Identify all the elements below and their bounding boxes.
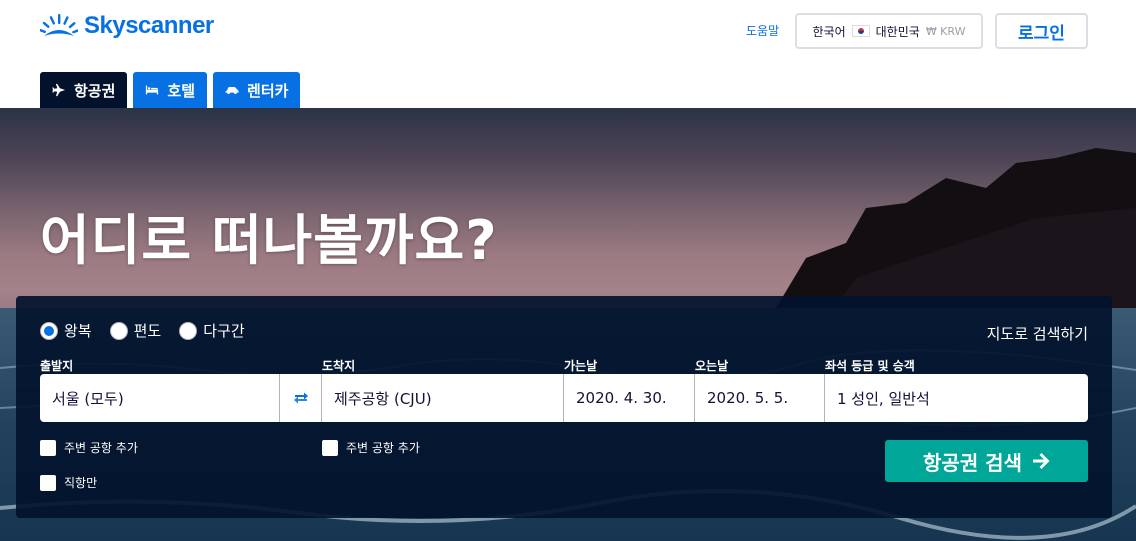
trip-type-options: 왕복 편도 다구간 <box>40 320 245 341</box>
map-search-link[interactable]: 지도로 검색하기 <box>987 323 1088 344</box>
help-link[interactable]: 도움말 <box>746 22 779 39</box>
depart-date-input[interactable]: 2020. 4. 30. <box>564 374 695 422</box>
trip-type-oneway[interactable]: 편도 <box>109 320 162 341</box>
product-tabs: 항공권 호텔 렌터카 <box>40 72 301 108</box>
direct-only-option[interactable]: 직항만 <box>40 474 97 491</box>
return-date-input[interactable]: 2020. 5. 5. <box>695 374 825 422</box>
radio-button[interactable] <box>179 321 198 340</box>
radio-button[interactable] <box>109 321 128 340</box>
search-fields: 서울 (모두) 제주공항 (CJU) 2020. 4. 30. 2020. 5.… <box>40 374 1088 422</box>
search-flights-button[interactable]: 항공권 검색 <box>885 440 1088 482</box>
nearby-to-option[interactable]: 주변 공항 추가 <box>322 439 420 456</box>
direct-only-checkbox[interactable] <box>40 474 56 491</box>
return-label: 오는날 <box>695 359 729 373</box>
arrow-right-icon <box>1032 453 1050 469</box>
trip-type-label: 편도 <box>133 322 162 340</box>
flight-search-panel: 왕복 편도 다구간 지도로 검색하기 출발지 도착지 가는날 오는날 좌석 등급… <box>16 296 1112 518</box>
login-button[interactable]: 로그인 <box>995 13 1088 49</box>
nearby-to-label: 주변 공항 추가 <box>346 441 420 455</box>
nearby-to-checkbox[interactable] <box>322 439 338 456</box>
airplane-icon <box>52 83 66 97</box>
tab-label: 호텔 <box>167 81 196 100</box>
site-header: Skyscanner 도움말 한국어 대한민국 ₩ KRW 로그인 항공권 호텔… <box>0 0 1136 108</box>
trip-type-label: 왕복 <box>64 322 92 340</box>
cabin-label: 좌석 등급 및 승객 <box>825 359 915 373</box>
tab-label: 항공권 <box>74 81 116 100</box>
search-button-label: 항공권 검색 <box>923 450 1022 475</box>
korea-flag-icon <box>851 25 870 37</box>
trip-type-label: 다구간 <box>203 322 245 340</box>
nearby-from-label: 주변 공항 추가 <box>64 441 138 455</box>
brand-name: Skyscanner <box>84 12 214 39</box>
locale-button[interactable]: 한국어 대한민국 ₩ KRW <box>795 13 983 49</box>
direct-only-label: 직항만 <box>64 476 98 490</box>
car-icon <box>225 86 239 95</box>
nearby-from-option[interactable]: 주변 공항 추가 <box>40 439 138 456</box>
tab-hotels[interactable]: 호텔 <box>133 72 208 108</box>
radio-button[interactable] <box>40 321 58 340</box>
trip-type-round[interactable]: 왕복 <box>40 320 92 341</box>
swap-arrows-icon <box>293 392 308 404</box>
to-label: 도착지 <box>322 359 356 373</box>
sunrise-logo-icon <box>40 14 78 36</box>
cabin-passenger-input[interactable]: 1 성인, 일반석 <box>825 374 1088 422</box>
skyscanner-logo[interactable]: Skyscanner <box>40 12 214 40</box>
country-label: 대한민국 <box>875 24 920 39</box>
to-input[interactable]: 제주공항 (CJU) <box>322 374 564 422</box>
from-input[interactable]: 서울 (모두) <box>40 374 280 422</box>
hero-title: 어디로 떠나볼까요? <box>40 209 498 272</box>
tab-label: 렌터카 <box>247 81 289 100</box>
language-label: 한국어 <box>812 24 846 39</box>
currency-label: ₩ KRW <box>925 24 966 38</box>
trip-type-multicity[interactable]: 다구간 <box>179 320 245 341</box>
tab-flights[interactable]: 항공권 <box>40 72 128 108</box>
bed-icon <box>146 85 159 95</box>
tab-car-hire[interactable]: 렌터카 <box>213 72 301 108</box>
depart-label: 가는날 <box>564 359 598 373</box>
from-label: 출발지 <box>40 359 74 373</box>
nearby-from-checkbox[interactable] <box>40 439 56 456</box>
swap-button[interactable] <box>280 374 322 422</box>
